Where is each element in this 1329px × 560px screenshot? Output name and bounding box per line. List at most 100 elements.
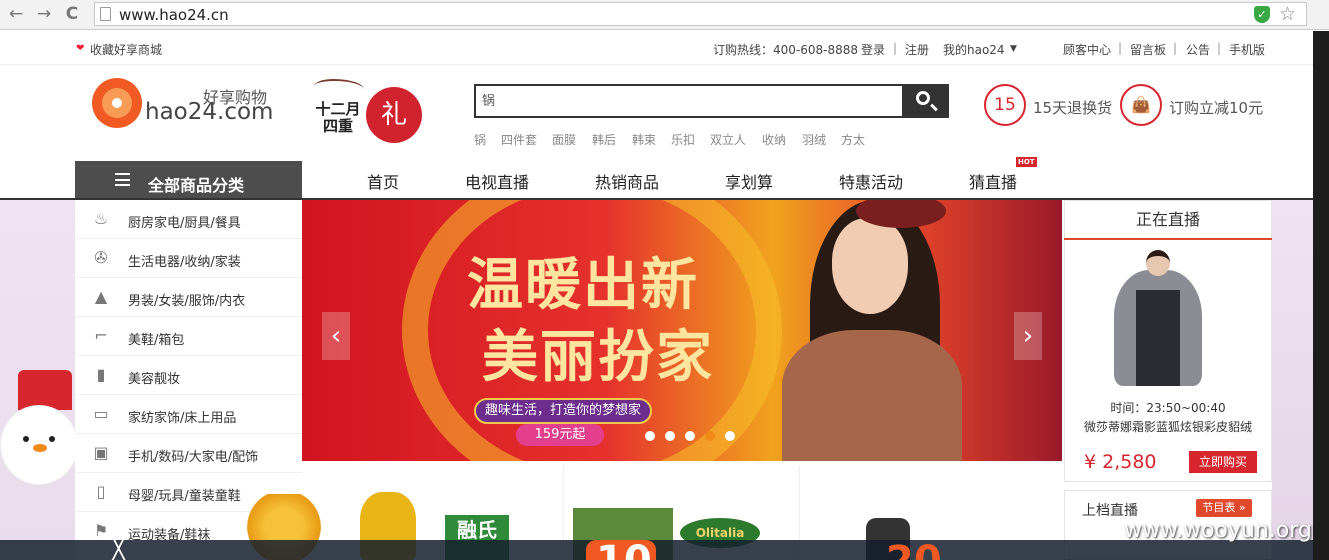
- search-button[interactable]: [903, 84, 949, 118]
- banner-title-line1: 温暖出新: [467, 252, 699, 318]
- banner-dot[interactable]: [685, 431, 695, 441]
- hot-keyword[interactable]: 双立人: [710, 131, 746, 148]
- hero-banner[interactable]: 温暖出新 美丽扮家 趣味生活，打造你的梦想家 159元起: [302, 200, 1062, 461]
- page-edge: [1313, 31, 1329, 560]
- promo-number: 20: [886, 538, 942, 560]
- dress-icon: ▲: [94, 287, 108, 306]
- live-price: ¥ 2,580: [1084, 451, 1157, 473]
- return-policy-label[interactable]: 15天退换货: [1033, 97, 1112, 118]
- december-promo[interactable]: 十二月四重 礼: [308, 75, 428, 145]
- nav-hot-products[interactable]: 热销商品: [595, 169, 659, 193]
- all-categories-header[interactable]: 全部商品分类: [75, 161, 302, 200]
- category-label: 美容靓妆: [128, 372, 181, 387]
- banner-dot[interactable]: [705, 431, 715, 441]
- buy-now-button[interactable]: 立即购买: [1189, 451, 1257, 473]
- category-item[interactable]: ♨ 厨房家电/厨具/餐具: [75, 200, 302, 239]
- model-image: [772, 200, 962, 461]
- hot-keyword[interactable]: 方太: [841, 131, 865, 148]
- nav-deals[interactable]: 享划算: [725, 169, 773, 193]
- customer-center-link[interactable]: 顾客中心: [1063, 41, 1111, 58]
- message-board-link[interactable]: 留言板: [1130, 41, 1166, 58]
- category-label: 美鞋/箱包: [128, 333, 185, 348]
- search-input[interactable]: [482, 92, 892, 107]
- hot-keyword[interactable]: 面膜: [552, 131, 576, 148]
- login-link[interactable]: 登录: [861, 41, 885, 58]
- category-item[interactable]: ✇ 生活电器/收纳/家装: [75, 239, 302, 278]
- category-label: 母婴/玩具/童装童鞋: [128, 489, 241, 504]
- bottle-icon: ▯: [96, 482, 106, 501]
- nav-home[interactable]: 首页: [367, 169, 399, 193]
- nav-special-offers[interactable]: 特惠活动: [839, 169, 903, 193]
- forward-icon[interactable]: →: [34, 4, 54, 24]
- menu-icon: [115, 173, 130, 186]
- banner-price-tag: 159元起: [516, 424, 604, 446]
- logo-text[interactable]: hao24.com: [145, 99, 273, 125]
- bottom-download-bar[interactable]: [0, 540, 1313, 560]
- hot-keyword[interactable]: 乐扣: [671, 131, 695, 148]
- banner-prev-arrow[interactable]: ‹: [322, 312, 350, 360]
- nav-guess-live[interactable]: 猜直播: [969, 169, 1017, 193]
- banner-dot[interactable]: [645, 431, 655, 441]
- category-label: 生活电器/收纳/家装: [128, 255, 241, 270]
- shield-icon[interactable]: ✓: [1254, 6, 1270, 23]
- fur-coat-product-image[interactable]: [1108, 250, 1208, 386]
- heart-icon: ❤: [76, 43, 85, 54]
- snowman-icon: [0, 405, 78, 485]
- banner-slogan: 趣味生活，打造你的梦想家: [474, 398, 652, 424]
- url-text: www.hao24.cn: [119, 6, 229, 24]
- nav-tv-live[interactable]: 电视直播: [465, 169, 529, 193]
- logo-orange-icon[interactable]: [92, 78, 142, 128]
- browser-toolbar: ← → C www.hao24.cn ✓ ☆: [0, 0, 1329, 30]
- promo-number: 10: [596, 538, 652, 560]
- category-item[interactable]: ▮ 美容靓妆: [75, 356, 302, 395]
- plum-branch-icon: [314, 79, 364, 97]
- banner-title-line2: 美丽扮家: [482, 324, 714, 390]
- category-label: 厨房家电/厨具/餐具: [128, 216, 241, 231]
- pot-icon: ♨: [93, 209, 109, 228]
- my-account-menu[interactable]: 我的hao24: [943, 41, 1005, 58]
- register-link[interactable]: 注册: [905, 41, 929, 58]
- hot-keyword[interactable]: 韩后: [592, 131, 616, 148]
- heel-icon: ⌐: [94, 326, 108, 345]
- discount-label[interactable]: 订购立减10元: [1169, 97, 1263, 118]
- favorite-link[interactable]: 收藏好享商城: [90, 41, 162, 58]
- laptop-icon: ▣: [93, 443, 109, 462]
- hot-keyword[interactable]: 羽绒: [802, 131, 826, 148]
- live-time: 时间：23:50~00:40: [1110, 401, 1226, 415]
- address-bar[interactable]: www.hao24.cn ✓ ☆: [94, 2, 1307, 26]
- schedule-button[interactable]: 节目表 »: [1196, 499, 1252, 517]
- banner-next-arrow[interactable]: ›: [1014, 312, 1042, 360]
- category-item[interactable]: ▭ 家纺家饰/床上用品: [75, 395, 302, 434]
- hot-keyword[interactable]: 韩束: [632, 131, 656, 148]
- mobile-link[interactable]: 手机版: [1229, 41, 1265, 58]
- bookmark-star-icon[interactable]: ☆: [1279, 3, 1296, 25]
- hot-keyword[interactable]: 收纳: [762, 131, 786, 148]
- category-item[interactable]: ▣ 手机/数码/大家电/配饰: [75, 434, 302, 473]
- promo-text: 十二月四重: [315, 100, 361, 135]
- close-icon[interactable]: ╳: [112, 539, 125, 560]
- category-label: 男装/女装/服饰/内衣: [128, 294, 246, 309]
- category-item[interactable]: ⌐ 美鞋/箱包: [75, 317, 302, 356]
- dropdown-arrow-icon[interactable]: ▼: [1010, 44, 1017, 54]
- return-15-days-icon: 15: [984, 84, 1026, 126]
- gift-bag-icon: 礼: [366, 87, 422, 143]
- hot-badge: HOT: [1016, 157, 1037, 167]
- live-title: 正在直播: [1064, 200, 1272, 240]
- banner-dot[interactable]: [725, 431, 735, 441]
- top-utility-bar: ❤ 收藏好享商城 订购热线：400-608-8888 登录 | 注册 我的hao…: [0, 31, 1313, 65]
- sports-icon: ⚑: [93, 521, 109, 540]
- hot-keyword[interactable]: 锅: [474, 131, 486, 148]
- category-label: 家纺家饰/床上用品: [128, 411, 237, 426]
- hot-keyword[interactable]: 四件套: [501, 131, 537, 148]
- back-icon[interactable]: ←: [6, 4, 26, 24]
- search-box[interactable]: [474, 84, 904, 118]
- live-product-name[interactable]: 微莎蒂娜霜影蓝狐炫银彩皮貂绒: [1064, 418, 1272, 435]
- notice-link[interactable]: 公告: [1186, 41, 1210, 58]
- category-label: 手机/数码/大家电/配饰: [128, 450, 259, 465]
- category-item[interactable]: ▲ 男装/女装/服饰/内衣: [75, 278, 302, 317]
- bed-icon: ▭: [93, 404, 109, 423]
- lipstick-icon: ▮: [96, 365, 106, 384]
- reload-icon[interactable]: C: [62, 4, 82, 24]
- page-icon: [100, 7, 111, 21]
- banner-dot[interactable]: [665, 431, 675, 441]
